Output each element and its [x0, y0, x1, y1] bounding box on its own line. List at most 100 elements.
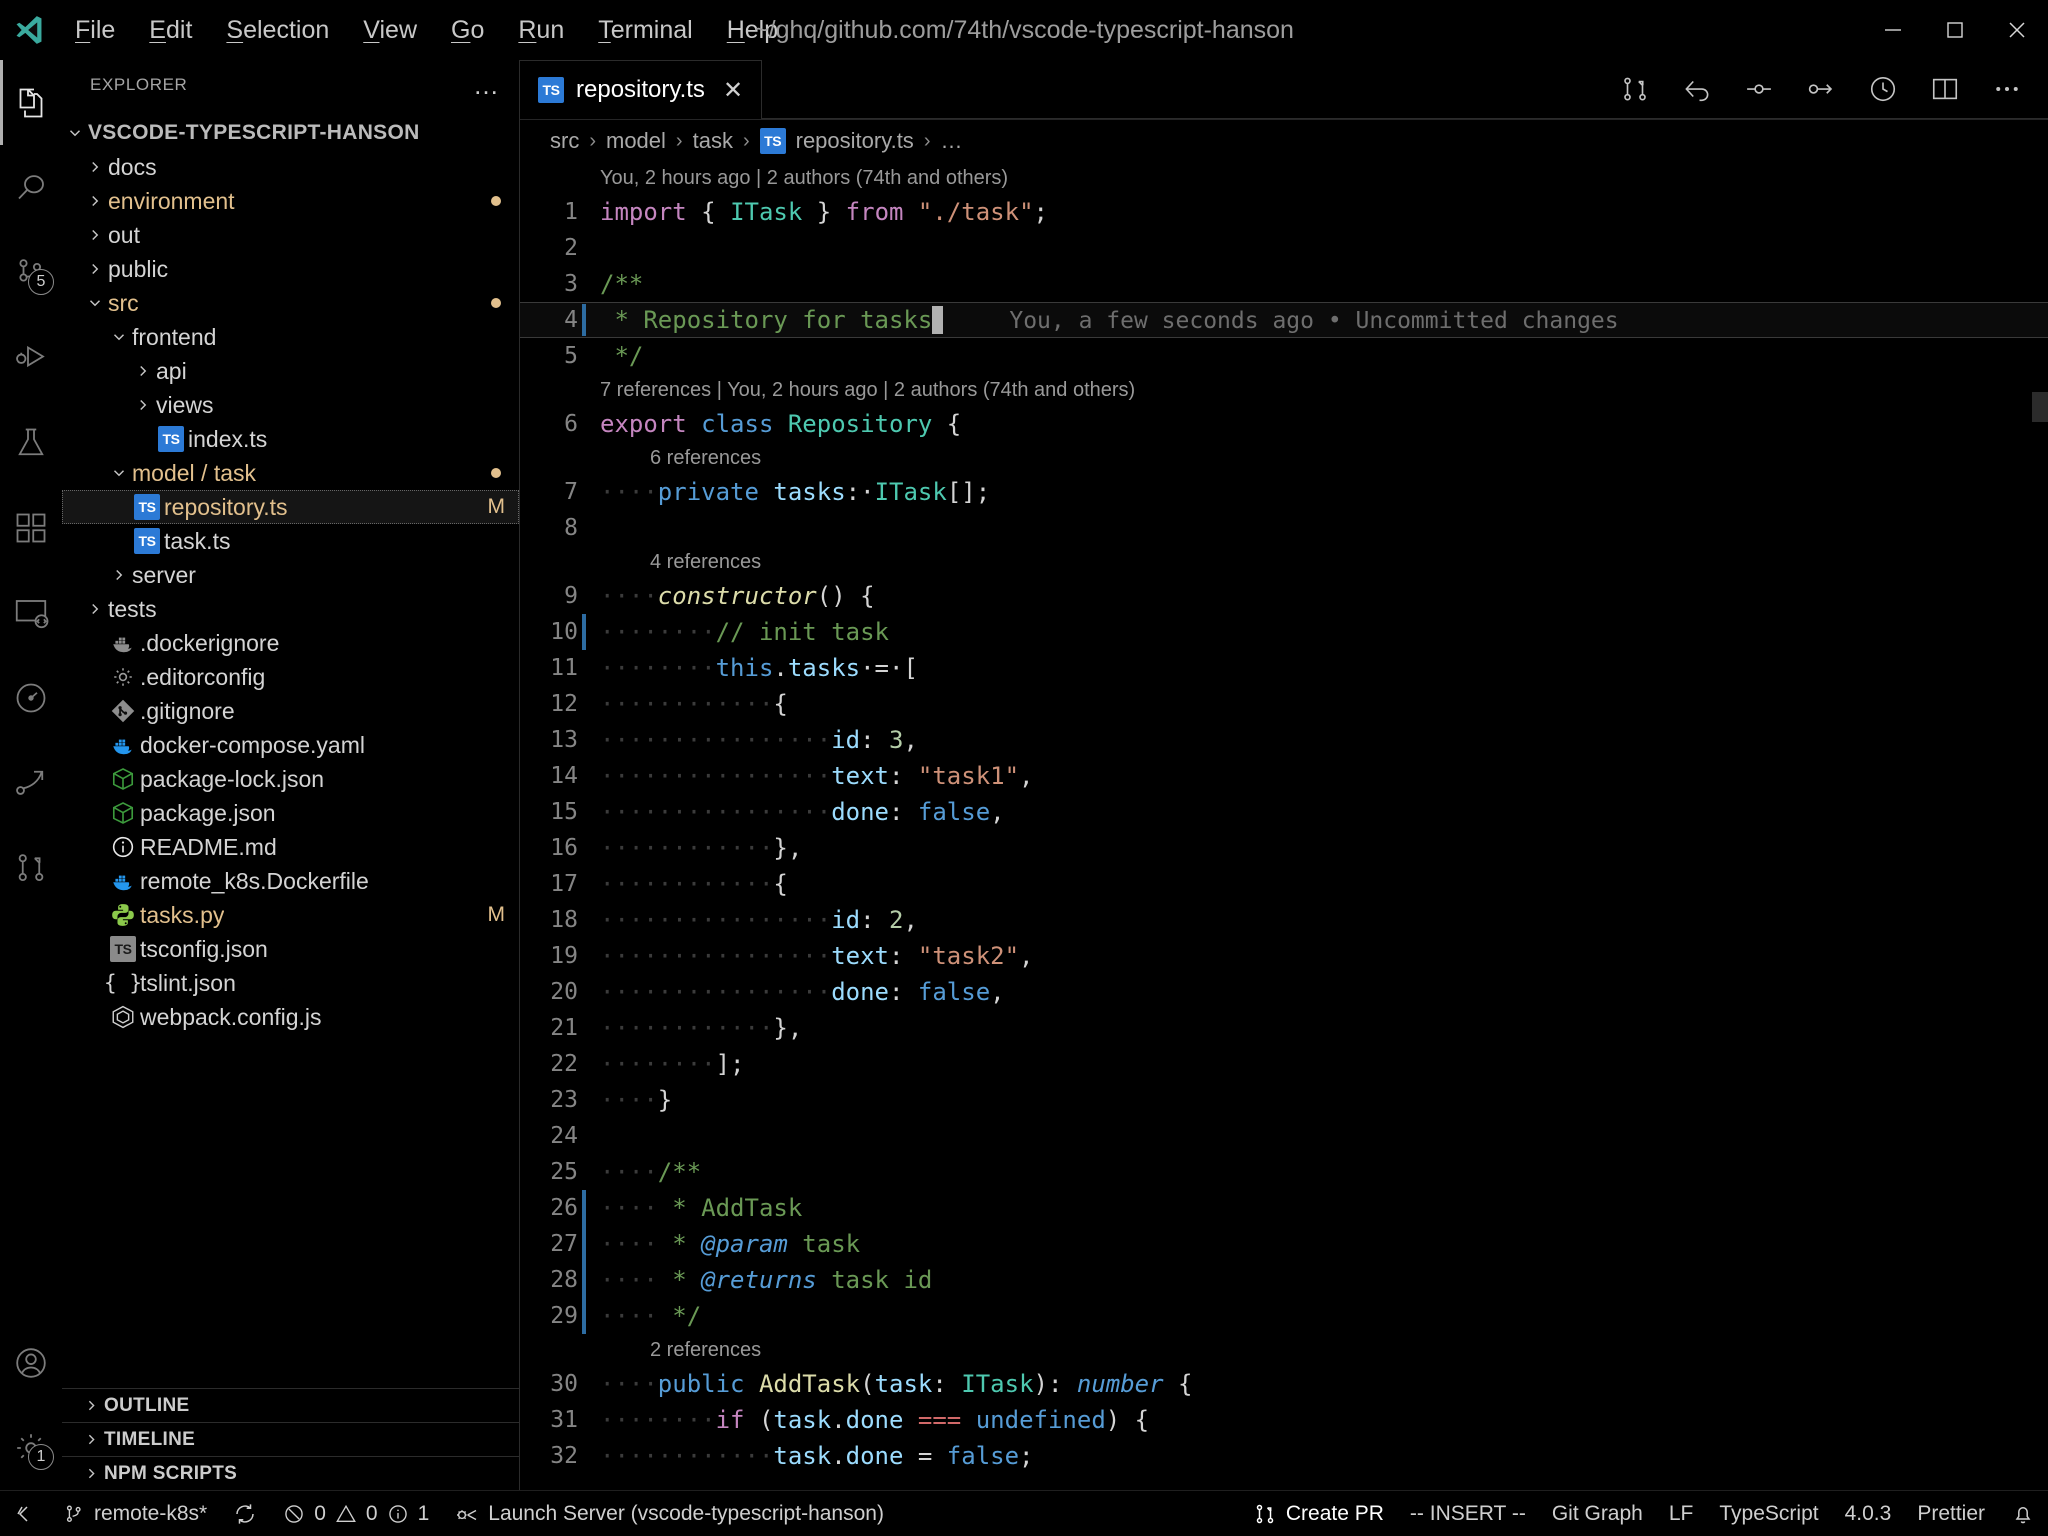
status-git-graph[interactable]: Git Graph — [1539, 1491, 1656, 1536]
tree-item-src[interactable]: src — [62, 286, 519, 320]
code-line[interactable]: 18················id: 2, — [520, 902, 2048, 938]
breadcrumb-item-task[interactable]: task — [693, 128, 733, 154]
go-back-icon[interactable] — [1666, 60, 1728, 119]
code-line[interactable]: 26···· * AddTask — [520, 1190, 2048, 1226]
code-line[interactable]: 2 — [520, 230, 2048, 266]
status-remote-indicator[interactable] — [0, 1491, 50, 1536]
compare-changes-icon[interactable] — [1604, 60, 1666, 119]
timeline-icon[interactable] — [1852, 60, 1914, 119]
split-editor-icon[interactable] — [1914, 60, 1976, 119]
close-icon[interactable]: ✕ — [723, 76, 743, 105]
tree-item-tsconfig-json[interactable]: TS tsconfig.json — [62, 932, 519, 966]
code-editor[interactable]: You, 2 hours ago | 2 authors (74th and o… — [520, 162, 2048, 1490]
tree-item-docker-compose[interactable]: docker-compose.yaml — [62, 728, 519, 762]
tree-item-task-ts[interactable]: TS task.ts — [62, 524, 519, 558]
breadcrumb-item-more[interactable]: … — [940, 128, 962, 154]
menu-edit[interactable]: Edit — [132, 14, 209, 47]
status-launch-target[interactable]: Launch Server (vscode-typescript-hanson) — [442, 1491, 897, 1536]
status-ts-version[interactable]: 4.0.3 — [1832, 1491, 1905, 1536]
code-line[interactable]: 12············{ — [520, 686, 2048, 722]
code-line[interactable]: 17············{ — [520, 866, 2048, 902]
panel-timeline[interactable]: TIMELINE — [62, 1422, 519, 1456]
code-line[interactable]: 25····/** — [520, 1154, 2048, 1190]
tree-item-package-lock-json[interactable]: package-lock.json — [62, 762, 519, 796]
tree-item-tasks-py[interactable]: tasks.py M — [62, 898, 519, 932]
tree-item-dockerignore[interactable]: .dockerignore — [62, 626, 519, 660]
code-line[interactable]: 19················text: "task2", — [520, 938, 2048, 974]
code-line[interactable]: 32············task.done = false; — [520, 1438, 2048, 1474]
code-line[interactable]: 11········this.tasks·=·[ — [520, 650, 2048, 686]
minimap-slider[interactable] — [2032, 392, 2048, 422]
more-actions-icon[interactable] — [1976, 60, 2038, 119]
tree-item-remote-k8s-dockerfile[interactable]: remote_k8s.Dockerfile — [62, 864, 519, 898]
activity-accounts[interactable] — [0, 1320, 62, 1405]
status-eol[interactable]: LF — [1656, 1491, 1707, 1536]
menu-view[interactable]: View — [346, 14, 434, 47]
breadcrumb[interactable]: src › model › task › TS repository.ts › … — [520, 120, 2048, 162]
tree-item-tslint-json[interactable]: { } tslint.json — [62, 966, 519, 1000]
status-formatter[interactable]: Prettier — [1904, 1491, 1998, 1536]
close-icon[interactable] — [1986, 0, 2048, 60]
menu-help[interactable]: Help — [710, 14, 795, 47]
activity-manage-gear[interactable]: 1 — [0, 1405, 62, 1490]
status-sync-changes[interactable] — [220, 1491, 270, 1536]
code-line[interactable]: 30····public AddTask(task: ITask): numbe… — [520, 1366, 2048, 1402]
tree-item-out[interactable]: out — [62, 218, 519, 252]
tree-item-webpack-config-js[interactable]: webpack.config.js — [62, 1000, 519, 1034]
tree-item-readme-md[interactable]: README.md — [62, 830, 519, 864]
code-line[interactable]: 8 — [520, 510, 2048, 546]
panel-outline[interactable]: OUTLINE — [62, 1388, 519, 1422]
file-tree[interactable]: VSCODE-TYPESCRIPT-HANSON docs environmen… — [62, 110, 519, 1388]
tree-item-repository-ts[interactable]: TS repository.ts M — [62, 490, 519, 524]
tree-item-gitignore[interactable]: .gitignore — [62, 694, 519, 728]
code-line[interactable]: 22········]; — [520, 1046, 2048, 1082]
code-line[interactable]: 6export class Repository { — [520, 406, 2048, 442]
tree-item-index-ts[interactable]: TS index.ts — [62, 422, 519, 456]
code-line[interactable]: 16············}, — [520, 830, 2048, 866]
tree-item-environment[interactable]: environment — [62, 184, 519, 218]
code-line[interactable]: 1import { ITask } from "./task"; — [520, 194, 2048, 230]
code-line[interactable]: 7····private tasks:·ITask[]; — [520, 474, 2048, 510]
codelens-class[interactable]: 7 references | You, 2 hours ago | 2 auth… — [520, 374, 2048, 406]
activity-pull-requests[interactable] — [0, 825, 62, 910]
codelens-constructor[interactable]: 4 references — [520, 546, 2048, 578]
maximize-icon[interactable] — [1924, 0, 1986, 60]
tree-item-api[interactable]: api — [62, 354, 519, 388]
minimize-icon[interactable] — [1862, 0, 1924, 60]
code-line[interactable]: 20················done: false, — [520, 974, 2048, 1010]
menu-run[interactable]: Run — [501, 14, 581, 47]
code-line[interactable]: 10········// init task — [520, 614, 2048, 650]
status-branch[interactable]: remote-k8s* — [50, 1491, 220, 1536]
code-line[interactable]: 21············}, — [520, 1010, 2048, 1046]
activity-run-debug[interactable] — [0, 315, 62, 400]
tree-item-tests[interactable]: tests — [62, 592, 519, 626]
code-line[interactable]: 23····} — [520, 1082, 2048, 1118]
status-create-pr[interactable]: Create PR — [1240, 1491, 1397, 1536]
breadcrumb-item-repository-ts[interactable]: repository.ts — [796, 128, 914, 154]
activity-share[interactable] — [0, 740, 62, 825]
tab-repository-ts[interactable]: TS repository.ts ✕ — [520, 60, 762, 119]
codelens-tasks[interactable]: 6 references — [520, 442, 2048, 474]
tree-item-editorconfig[interactable]: .editorconfig — [62, 660, 519, 694]
code-line[interactable]: 27···· * @param task — [520, 1226, 2048, 1262]
activity-explorer[interactable] — [0, 60, 62, 145]
tree-item-package-json[interactable]: package.json — [62, 796, 519, 830]
activity-search[interactable] — [0, 145, 62, 230]
code-line[interactable]: 15················done: false, — [520, 794, 2048, 830]
menu-go[interactable]: Go — [434, 14, 501, 47]
breadcrumb-item-model[interactable]: model — [606, 128, 666, 154]
tree-item-model-task[interactable]: model / task — [62, 456, 519, 490]
code-lines[interactable]: You, 2 hours ago | 2 authors (74th and o… — [520, 162, 2048, 1490]
tree-item-views[interactable]: views — [62, 388, 519, 422]
activity-source-control[interactable]: 5 — [0, 230, 62, 315]
code-line[interactable]: 14················text: "task1", — [520, 758, 2048, 794]
code-line[interactable]: 3/** — [520, 266, 2048, 302]
status-problems[interactable]: 0 0 1 — [270, 1491, 442, 1536]
tree-item-frontend[interactable]: frontend — [62, 320, 519, 354]
status-language-mode[interactable]: TypeScript — [1706, 1491, 1831, 1536]
breadcrumb-item-src[interactable]: src — [550, 128, 579, 154]
status-vim-mode[interactable]: -- INSERT -- — [1397, 1491, 1539, 1536]
code-line[interactable]: 31········if (task.done === undefined) { — [520, 1402, 2048, 1438]
menu-selection[interactable]: Selection — [209, 14, 346, 47]
codelens-top[interactable]: You, 2 hours ago | 2 authors (74th and o… — [520, 162, 2048, 194]
